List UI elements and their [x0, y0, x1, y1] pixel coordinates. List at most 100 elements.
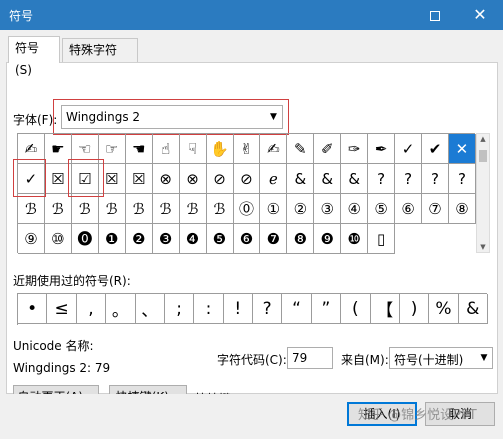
symbol-cell[interactable]: ❻ [233, 224, 261, 254]
symbol-cell[interactable]: ⑩ [44, 224, 72, 254]
symbol-cell[interactable]: ③ [314, 194, 342, 224]
symbol-cell[interactable]: ❼ [260, 224, 288, 254]
recent-symbol-cell[interactable]: ; [164, 294, 195, 324]
symbol-cell[interactable]: ? [368, 164, 396, 194]
symbol-cell[interactable]: ✓ [395, 134, 423, 164]
recent-symbol-cell[interactable]: : [194, 294, 224, 324]
symbol-cell[interactable]: ☒ [98, 164, 126, 194]
symbol-cell[interactable]: ④ [341, 194, 369, 224]
symbol-cell[interactable]: ▯ [368, 224, 396, 254]
recent-symbol-cell[interactable]: ! [223, 294, 253, 324]
recent-symbol-cell[interactable]: ? [253, 294, 283, 324]
symbol-cell[interactable]: ℯ [260, 164, 288, 194]
symbol-cell[interactable]: ❿ [341, 224, 369, 254]
symbol-cell[interactable]: ℬ [125, 194, 153, 224]
symbol-cell[interactable]: ☟ [179, 134, 207, 164]
symbol-cell[interactable]: ① [260, 194, 288, 224]
symbol-cell[interactable]: ⑤ [368, 194, 396, 224]
symbol-cell[interactable]: ℬ [98, 194, 126, 224]
chevron-down-icon[interactable]: ▼ [264, 106, 282, 128]
symbol-cell[interactable]: ✍ [260, 134, 288, 164]
symbol-cell[interactable]: ✔ [422, 134, 449, 164]
tab-symbols[interactable]: 符号(S) [8, 36, 60, 77]
symbol-cell[interactable]: & [341, 164, 369, 194]
recent-symbol-cell[interactable]: 。 [106, 294, 136, 324]
symbol-cell[interactable]: ℬ [206, 194, 234, 224]
symbol-cell[interactable]: ❺ [206, 224, 234, 254]
symbol-cell[interactable]: ⊘ [206, 164, 234, 194]
character-code-field[interactable]: 79 [287, 347, 333, 369]
symbol-cell[interactable]: ℬ [18, 194, 45, 224]
symbols-panel: 字体(F): Wingdings 2 ▼ ✍ ☛ ☜ ☞ ☚ ☝ ☟ ✋ ✌ ✍ ✎ ✐ ✑ ✒ ✓ ✔ ✕ ✓ ☒… [6, 62, 498, 409]
symbol-cell[interactable]: ⊘ [233, 164, 261, 194]
font-select[interactable]: Wingdings 2 ▼ [61, 105, 283, 129]
recent-symbol-cell[interactable]: • [18, 294, 48, 324]
symbol-cell[interactable]: ❶ [98, 224, 126, 254]
recent-symbol-cell[interactable]: , [76, 294, 107, 324]
scroll-up-icon[interactable]: ▲ [477, 135, 489, 143]
symbol-cell[interactable]: ☒ [125, 164, 153, 194]
recent-symbol-cell[interactable]: ( [341, 294, 371, 324]
symbol-cell[interactable]: ✍ [18, 134, 45, 164]
recent-symbol-cell[interactable]: ≤ [47, 294, 77, 324]
symbol-cell[interactable]: ⓪ [233, 194, 261, 224]
symbol-cell[interactable]: ⓿ [71, 224, 99, 254]
recent-symbol-cell[interactable]: % [429, 294, 459, 324]
symbol-cell[interactable]: ☚ [125, 134, 153, 164]
symbol-cell[interactable]: ⑥ [395, 194, 423, 224]
chevron-down-icon[interactable]: ▼ [476, 348, 492, 368]
from-select[interactable]: 符号(十进制) ▼ [389, 347, 493, 369]
symbol-cell[interactable]: ❾ [314, 224, 342, 254]
symbol-cell[interactable]: ☝ [152, 134, 180, 164]
watermark: 知乎 @锦乡悦设PPT [358, 408, 477, 423]
symbol-cell[interactable]: ℬ [44, 194, 72, 224]
symbol-cell[interactable]: ✑ [341, 134, 369, 164]
symbol-cell[interactable]: ☒ [44, 164, 72, 194]
symbol-cell[interactable]: ❷ [125, 224, 153, 254]
symbol-cell[interactable]: ⑨ [18, 224, 45, 254]
symbol-cell[interactable]: ⊗ [152, 164, 180, 194]
symbol-cell[interactable]: ☛ [44, 134, 72, 164]
recent-symbol-cell[interactable]: ) [399, 294, 430, 324]
symbol-cell[interactable]: ❽ [287, 224, 315, 254]
scrollbar-thumb[interactable] [479, 150, 487, 162]
symbol-cell[interactable]: ⑧ [449, 194, 476, 224]
symbol-cell[interactable]: ☞ [98, 134, 126, 164]
symbol-cell[interactable]: & [287, 164, 315, 194]
symbol-cell[interactable]: ❸ [152, 224, 180, 254]
symbol-cell[interactable]: ? [422, 164, 449, 194]
symbol-cell[interactable]: ⊗ [179, 164, 207, 194]
symbol-cell[interactable]: ℬ [71, 194, 99, 224]
symbol-cell[interactable]: ✋ [206, 134, 234, 164]
symbol-cell[interactable]: ✎ [287, 134, 315, 164]
from-value: 符号(十进制) [394, 353, 464, 367]
recent-symbol-cell[interactable]: “ [282, 294, 312, 324]
unicode-name-value: Wingdings 2: 79 [13, 361, 111, 375]
maximize-button[interactable] [412, 0, 458, 30]
recent-symbol-cell[interactable]: & [458, 294, 488, 324]
symbol-cell[interactable]: ℬ [179, 194, 207, 224]
symbol-cell[interactable]: ? [449, 164, 476, 194]
symbol-cell[interactable]: ☑ [71, 164, 99, 194]
symbol-cell[interactable]: ② [287, 194, 315, 224]
symbol-cell[interactable]: ✌ [233, 134, 261, 164]
symbol-cell[interactable]: ℬ [152, 194, 180, 224]
symbol-cell[interactable]: ✐ [314, 134, 342, 164]
symbol-cell[interactable]: ✓ [18, 164, 45, 194]
scroll-down-icon[interactable]: ▼ [477, 243, 489, 251]
recent-symbol-cell[interactable]: 【 [370, 294, 400, 324]
symbol-cell[interactable]: ? [395, 164, 423, 194]
symbol-grid-scrollbar[interactable]: ▲ ▼ [476, 133, 490, 253]
unicode-name-label: Unicode 名称: [13, 339, 94, 353]
symbol-cell[interactable]: ☜ [71, 134, 99, 164]
symbol-dialog: 符号(S) 特殊字符(P) 字体(F): Wingdings 2 ▼ ✍☛☜☞☚… [0, 30, 503, 439]
symbol-cell[interactable]: ❹ [179, 224, 207, 254]
close-button[interactable]: ✕ [457, 0, 503, 30]
symbol-cell[interactable]: & [314, 164, 342, 194]
symbol-cell[interactable]: ✒ [368, 134, 396, 164]
tab-special-characters[interactable]: 特殊字符(P) [62, 38, 138, 79]
recent-symbol-cell[interactable]: ” [311, 294, 342, 324]
symbol-cell[interactable]: ✕ [449, 134, 476, 164]
symbol-cell[interactable]: ⑦ [422, 194, 449, 224]
recent-symbol-cell[interactable]: 、 [135, 294, 165, 324]
